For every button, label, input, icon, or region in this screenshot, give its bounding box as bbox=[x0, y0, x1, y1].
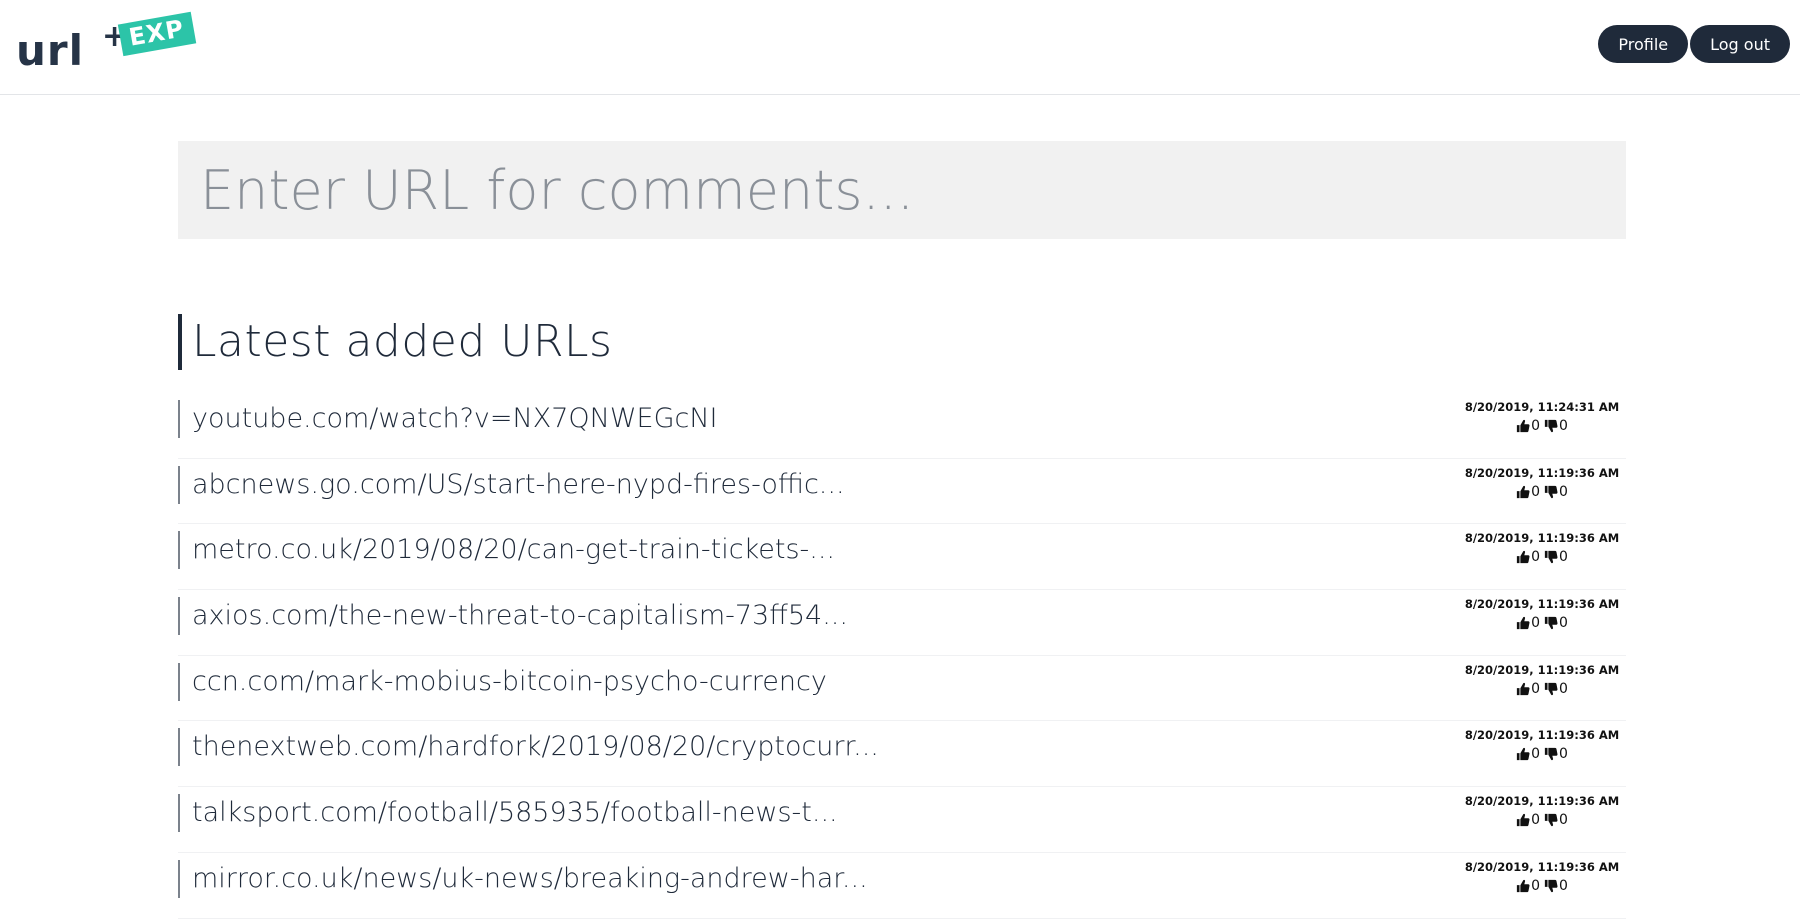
timestamp: 8/20/2019, 11:19:36 AM bbox=[1464, 859, 1620, 874]
timestamp: 8/20/2019, 11:19:36 AM bbox=[1464, 465, 1620, 480]
dislike-count: 0 bbox=[1559, 549, 1568, 566]
dislike-vote[interactable]: 0 bbox=[1544, 549, 1568, 565]
like-count: 0 bbox=[1531, 549, 1540, 566]
dislike-vote[interactable]: 0 bbox=[1544, 418, 1568, 434]
thumbs-down-icon bbox=[1544, 550, 1558, 564]
thumbs-up-icon bbox=[1516, 879, 1530, 893]
url-input[interactable] bbox=[178, 141, 1626, 239]
url-link[interactable]: ccn.com/mark-mobius-bitcoin-psycho-curre… bbox=[178, 662, 827, 701]
thumbs-down-icon bbox=[1544, 682, 1558, 696]
dislike-vote[interactable]: 0 bbox=[1544, 746, 1568, 762]
logout-button[interactable]: Log out bbox=[1690, 25, 1790, 63]
like-vote[interactable]: 0 bbox=[1516, 746, 1540, 762]
url-meta: 8/20/2019, 11:19:36 AM 0 0 bbox=[1462, 662, 1622, 697]
url-link[interactable]: thenextweb.com/hardfork/2019/08/20/crypt… bbox=[178, 728, 879, 767]
like-count: 0 bbox=[1531, 680, 1540, 697]
vote-counts: 0 0 bbox=[1462, 812, 1622, 828]
dislike-count: 0 bbox=[1559, 483, 1568, 500]
url-link[interactable]: metro.co.uk/2019/08/20/can-get-train-tic… bbox=[178, 531, 835, 570]
like-count: 0 bbox=[1531, 483, 1540, 500]
like-vote[interactable]: 0 bbox=[1516, 484, 1540, 500]
like-vote[interactable]: 0 bbox=[1516, 615, 1540, 631]
like-count: 0 bbox=[1531, 418, 1540, 434]
thumbs-up-icon bbox=[1516, 747, 1530, 761]
like-vote[interactable]: 0 bbox=[1516, 878, 1540, 894]
url-list-item: talksport.com/football/585935/football-n… bbox=[178, 787, 1626, 853]
url-list-item: mirror.co.uk/news/uk-news/breaking-andre… bbox=[178, 853, 1626, 919]
dislike-vote[interactable]: 0 bbox=[1544, 681, 1568, 697]
thumbs-up-icon bbox=[1516, 682, 1530, 696]
vote-counts: 0 0 bbox=[1462, 549, 1622, 565]
url-link[interactable]: axios.com/the-new-threat-to-capitalism-7… bbox=[178, 597, 848, 636]
vote-counts: 0 0 bbox=[1462, 878, 1622, 894]
like-vote[interactable]: 0 bbox=[1516, 549, 1540, 565]
vote-counts: 0 0 bbox=[1462, 746, 1622, 762]
vote-counts: 0 0 bbox=[1462, 681, 1622, 697]
thumbs-up-icon bbox=[1516, 419, 1530, 433]
dislike-vote[interactable]: 0 bbox=[1544, 878, 1568, 894]
timestamp: 8/20/2019, 11:19:36 AM bbox=[1464, 728, 1620, 743]
like-vote[interactable]: 0 bbox=[1516, 681, 1540, 697]
dislike-count: 0 bbox=[1559, 418, 1568, 434]
timestamp: 8/20/2019, 11:19:36 AM bbox=[1464, 531, 1620, 546]
url-list-item: thenextweb.com/hardfork/2019/08/20/crypt… bbox=[178, 721, 1626, 788]
dislike-vote[interactable]: 0 bbox=[1544, 812, 1568, 828]
dislike-vote[interactable]: 0 bbox=[1544, 484, 1568, 500]
url-link[interactable]: youtube.com/watch?v=NX7QNWEGcNI bbox=[178, 400, 718, 438]
thumbs-down-icon bbox=[1544, 813, 1558, 827]
url-link[interactable]: abcnews.go.com/US/start-here-nypd-fires-… bbox=[178, 465, 845, 504]
like-count: 0 bbox=[1531, 877, 1540, 894]
thumbs-up-icon bbox=[1516, 485, 1530, 499]
thumbs-up-icon bbox=[1516, 616, 1530, 630]
dislike-count: 0 bbox=[1559, 680, 1568, 697]
thumbs-up-icon bbox=[1516, 550, 1530, 564]
app-logo[interactable]: url + EXP bbox=[16, 11, 196, 75]
url-list-item: abcnews.go.com/US/start-here-nypd-fires-… bbox=[178, 459, 1626, 525]
like-count: 0 bbox=[1531, 746, 1540, 763]
url-list-item: axios.com/the-new-threat-to-capitalism-7… bbox=[178, 590, 1626, 656]
timestamp: 8/20/2019, 11:24:31 AM bbox=[1464, 400, 1620, 414]
timestamp: 8/20/2019, 11:19:36 AM bbox=[1464, 597, 1620, 612]
url-link[interactable]: mirror.co.uk/news/uk-news/breaking-andre… bbox=[178, 859, 868, 898]
url-list-item: ccn.com/mark-mobius-bitcoin-psycho-curre… bbox=[178, 656, 1626, 722]
section-title: Latest added URLs bbox=[178, 314, 612, 370]
thumbs-down-icon bbox=[1544, 879, 1558, 893]
dislike-count: 0 bbox=[1559, 877, 1568, 894]
url-meta: 8/20/2019, 11:19:36 AM 0 0 bbox=[1462, 793, 1622, 828]
logo-text: url bbox=[16, 26, 85, 75]
url-meta: 8/20/2019, 11:19:36 AM 0 0 bbox=[1462, 596, 1622, 631]
url-search-box bbox=[178, 141, 1626, 239]
url-meta: 8/20/2019, 11:19:36 AM 0 0 bbox=[1462, 530, 1622, 565]
logo-badge: EXP bbox=[117, 11, 196, 56]
like-count: 0 bbox=[1531, 812, 1540, 829]
url-meta: 8/20/2019, 11:24:31 AM 0 0 bbox=[1462, 399, 1622, 434]
timestamp: 8/20/2019, 11:19:36 AM bbox=[1464, 794, 1620, 809]
dislike-count: 0 bbox=[1559, 746, 1568, 763]
thumbs-down-icon bbox=[1544, 747, 1558, 761]
thumbs-down-icon bbox=[1544, 485, 1558, 499]
top-navbar: url + EXP Profile Log out bbox=[0, 0, 1800, 95]
url-meta: 8/20/2019, 11:19:36 AM 0 0 bbox=[1462, 859, 1622, 894]
vote-counts: 0 0 bbox=[1462, 484, 1622, 500]
nav-buttons: Profile Log out bbox=[1598, 25, 1790, 63]
like-vote[interactable]: 0 bbox=[1516, 812, 1540, 828]
thumbs-down-icon bbox=[1544, 616, 1558, 630]
profile-button[interactable]: Profile bbox=[1598, 25, 1689, 63]
like-count: 0 bbox=[1531, 615, 1540, 632]
timestamp: 8/20/2019, 11:19:36 AM bbox=[1464, 662, 1620, 677]
url-list: youtube.com/watch?v=NX7QNWEGcNI 8/20/201… bbox=[178, 393, 1626, 919]
url-meta: 8/20/2019, 11:19:36 AM 0 0 bbox=[1462, 727, 1622, 762]
url-list-item: metro.co.uk/2019/08/20/can-get-train-tic… bbox=[178, 524, 1626, 591]
thumbs-down-icon bbox=[1544, 419, 1558, 433]
vote-counts: 0 0 bbox=[1462, 615, 1622, 631]
url-link[interactable]: talksport.com/football/585935/football-n… bbox=[178, 794, 838, 833]
vote-counts: 0 0 bbox=[1462, 418, 1622, 434]
url-meta: 8/20/2019, 11:19:36 AM 0 0 bbox=[1462, 465, 1622, 500]
url-list-item: youtube.com/watch?v=NX7QNWEGcNI 8/20/201… bbox=[178, 393, 1626, 459]
dislike-count: 0 bbox=[1559, 812, 1568, 829]
dislike-vote[interactable]: 0 bbox=[1544, 615, 1568, 631]
dislike-count: 0 bbox=[1559, 615, 1568, 632]
like-vote[interactable]: 0 bbox=[1516, 418, 1540, 434]
thumbs-up-icon bbox=[1516, 813, 1530, 827]
